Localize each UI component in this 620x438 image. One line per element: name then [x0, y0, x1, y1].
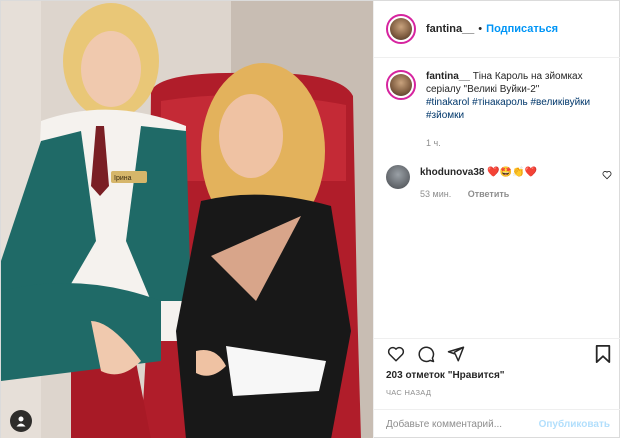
add-comment-bar: Опубликовать: [374, 409, 620, 438]
publish-button[interactable]: Опубликовать: [539, 419, 610, 430]
reply-button[interactable]: Ответить: [468, 189, 510, 199]
action-bar: [374, 338, 620, 368]
header-separator: •: [478, 23, 483, 35]
hashtag-link[interactable]: #зйомки: [426, 110, 464, 121]
user-tag-icon: [16, 416, 26, 427]
hashtag-link[interactable]: #тінакароль: [472, 97, 528, 108]
follow-button[interactable]: Подписаться: [486, 23, 558, 35]
share-button[interactable]: [446, 344, 466, 364]
hashtag-link[interactable]: #великівуйки: [530, 97, 590, 108]
caption-text: fantina__ Тіна Кароль на зйомках серіалу…: [426, 70, 612, 122]
likes-count[interactable]: 203 отметок "Нравится": [386, 370, 505, 381]
commenter-username[interactable]: khodunova38: [420, 167, 484, 178]
commenter-avatar[interactable]: [386, 165, 410, 189]
bookmark-icon: [595, 345, 611, 363]
hashtag-link[interactable]: #tinakarol: [426, 97, 469, 108]
save-button[interactable]: [594, 344, 612, 369]
post-timestamp[interactable]: ЧАС НАЗАД: [386, 388, 431, 397]
caption-username[interactable]: fantina__: [426, 71, 470, 82]
instagram-post: Ірина fantina__ • Подписаться fantina__ …: [0, 0, 620, 438]
photo-illustration: Ірина: [1, 1, 373, 438]
author-avatar[interactable]: [386, 14, 416, 44]
comment-input[interactable]: [386, 419, 536, 430]
user-tag-button[interactable]: [10, 410, 32, 432]
like-button[interactable]: [386, 344, 406, 364]
author-username[interactable]: fantina__: [426, 23, 474, 35]
small-heart-icon[interactable]: [602, 170, 612, 180]
comment-body: ❤️🤩👏❤️: [487, 167, 538, 178]
post-header: fantina__ • Подписаться: [374, 1, 620, 58]
name-badge: Ірина: [114, 175, 132, 182]
share-icon: [447, 346, 465, 361]
post-sidebar: fantina__ • Подписаться fantina__ Тіна К…: [373, 1, 620, 438]
caption-avatar[interactable]: [386, 70, 416, 100]
comment-button[interactable]: [416, 344, 436, 364]
comments-section: fantina__ Тіна Кароль на зйомках серіалу…: [374, 58, 620, 338]
comment-time[interactable]: 53 мин.: [420, 189, 451, 199]
comment-meta: 53 мин. Ответить: [420, 189, 523, 199]
caption-time[interactable]: 1 ч.: [426, 138, 441, 148]
comment-text: khodunova38 ❤️🤩👏❤️: [420, 166, 537, 179]
comment-icon: [418, 345, 435, 362]
heart-icon: [387, 346, 405, 361]
post-photo[interactable]: Ірина: [1, 1, 373, 438]
post-caption: fantina__ Тіна Кароль на зйомках серіалу…: [386, 70, 616, 122]
